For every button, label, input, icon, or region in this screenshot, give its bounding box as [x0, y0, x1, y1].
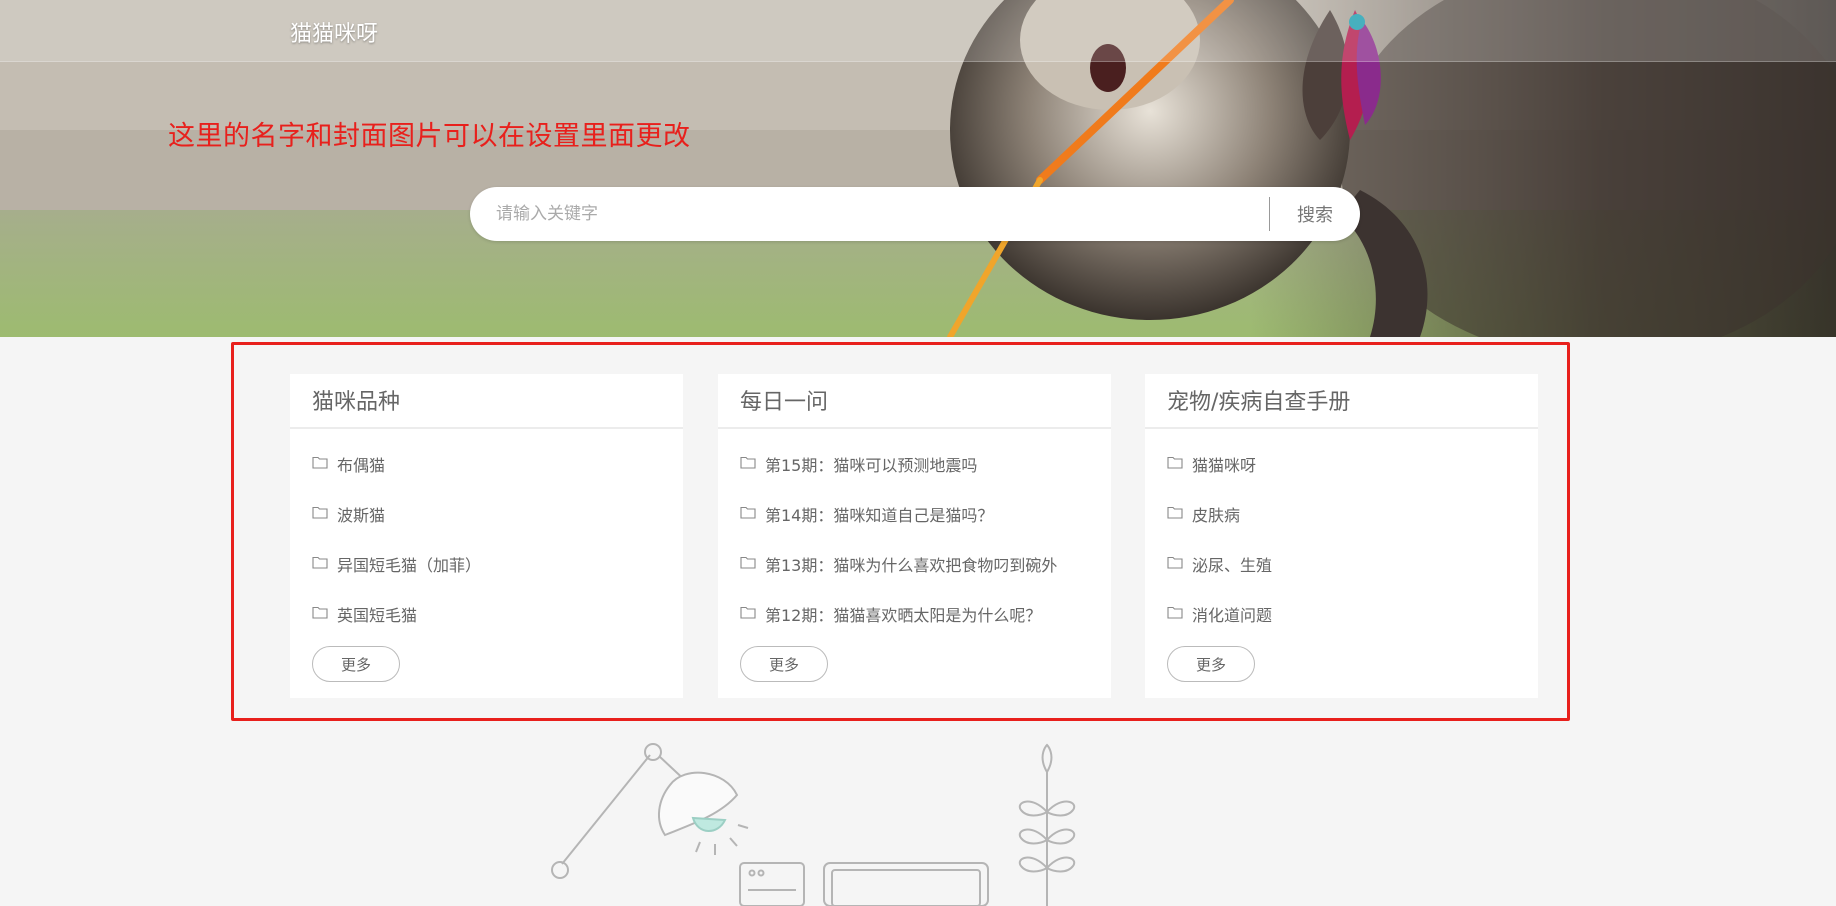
- list-item-label: 泌尿、生殖: [1192, 556, 1273, 575]
- more-button[interactable]: 更多: [1167, 646, 1255, 682]
- list-item-label: 猫猫咪呀: [1192, 456, 1257, 475]
- folder-icon: [740, 456, 756, 469]
- list-item[interactable]: 泌尿、生殖: [1167, 552, 1272, 602]
- folder-icon: [312, 556, 328, 569]
- plant-icon: [1018, 743, 1076, 906]
- folder-icon: [312, 456, 328, 469]
- folder-icon: [312, 606, 328, 619]
- more-button[interactable]: 更多: [740, 646, 828, 682]
- desk-lamp-icon: [551, 743, 749, 879]
- more-button[interactable]: 更多: [312, 646, 400, 682]
- list-item-label: 异国短毛猫（加菲）: [337, 556, 482, 575]
- list-item[interactable]: 布偶猫: [312, 452, 481, 502]
- list-item[interactable]: 第15期：猫咪可以预测地震吗: [740, 452, 1057, 502]
- site-title[interactable]: 猫猫咪呀: [290, 16, 378, 48]
- search-button[interactable]: 搜索: [1270, 187, 1360, 241]
- list-item[interactable]: 第14期：猫咪知道自己是猫吗？: [740, 502, 1057, 552]
- card-title[interactable]: 每日一问: [740, 384, 828, 416]
- list-item-label: 皮肤病: [1192, 506, 1241, 525]
- list-item[interactable]: 异国短毛猫（加菲）: [312, 552, 481, 602]
- list-item[interactable]: 第13期：猫咪为什么喜欢把食物叼到碗外: [740, 552, 1057, 602]
- top-nav: [0, 0, 1836, 62]
- list-item-label: 第14期：猫咪知道自己是猫吗？: [765, 506, 994, 525]
- card-list: 第15期：猫咪可以预测地震吗 第14期：猫咪知道自己是猫吗？ 第13期：猫咪为什…: [740, 452, 1057, 652]
- list-item-label: 第12期：猫猫喜欢晒太阳是为什么呢？: [765, 606, 1042, 625]
- list-item-label: 波斯猫: [337, 506, 386, 525]
- list-item-label: 英国短毛猫: [337, 606, 418, 625]
- search-box: 搜索: [470, 187, 1360, 241]
- folder-icon: [312, 506, 328, 519]
- card-divider: [1145, 427, 1538, 429]
- folder-icon: [740, 556, 756, 569]
- card-divider: [290, 427, 683, 429]
- card-title[interactable]: 猫咪品种: [312, 384, 400, 416]
- list-item-label: 第13期：猫咪为什么喜欢把食物叼到碗外: [765, 556, 1058, 575]
- list-item[interactable]: 皮肤病: [1167, 502, 1272, 552]
- card-pet-health-manual: 宠物/疾病自查手册 猫猫咪呀 皮肤病 泌尿、生殖 消化道问题 更多: [1145, 374, 1538, 698]
- list-item-label: 布偶猫: [337, 456, 386, 475]
- card-list: 布偶猫 波斯猫 异国短毛猫（加菲） 英国短毛猫: [312, 452, 481, 652]
- annotation-note: 这里的名字和封面图片可以在设置里面更改: [168, 121, 691, 152]
- list-item[interactable]: 第12期：猫猫喜欢晒太阳是为什么呢？: [740, 602, 1057, 652]
- search-input[interactable]: [496, 187, 1276, 241]
- list-item-label: 消化道问题: [1192, 606, 1273, 625]
- folder-icon: [1167, 556, 1183, 569]
- folder-icon: [740, 606, 756, 619]
- card-cat-breeds: 猫咪品种 布偶猫 波斯猫 异国短毛猫（加菲） 英国短毛猫 更多: [290, 374, 683, 698]
- card-divider: [718, 427, 1111, 429]
- folder-icon: [1167, 606, 1183, 619]
- list-item-label: 第15期：猫咪可以预测地震吗: [765, 456, 978, 475]
- list-item[interactable]: 波斯猫: [312, 502, 481, 552]
- list-item[interactable]: 猫猫咪呀: [1167, 452, 1272, 502]
- list-item[interactable]: 英国短毛猫: [312, 602, 481, 652]
- card-list: 猫猫咪呀 皮肤病 泌尿、生殖 消化道问题: [1167, 452, 1272, 652]
- folder-icon: [1167, 506, 1183, 519]
- folder-icon: [1167, 456, 1183, 469]
- folder-icon: [740, 506, 756, 519]
- computer-icon: [739, 862, 989, 906]
- card-title[interactable]: 宠物/疾病自查手册: [1167, 384, 1350, 416]
- hero-banner: 猫猫咪呀 这里的名字和封面图片可以在设置里面更改 搜索: [0, 0, 1836, 337]
- empty-state-illustration: [551, 743, 1076, 906]
- card-daily-question: 每日一问 第15期：猫咪可以预测地震吗 第14期：猫咪知道自己是猫吗？ 第13期…: [718, 374, 1111, 698]
- list-item[interactable]: 消化道问题: [1167, 602, 1272, 652]
